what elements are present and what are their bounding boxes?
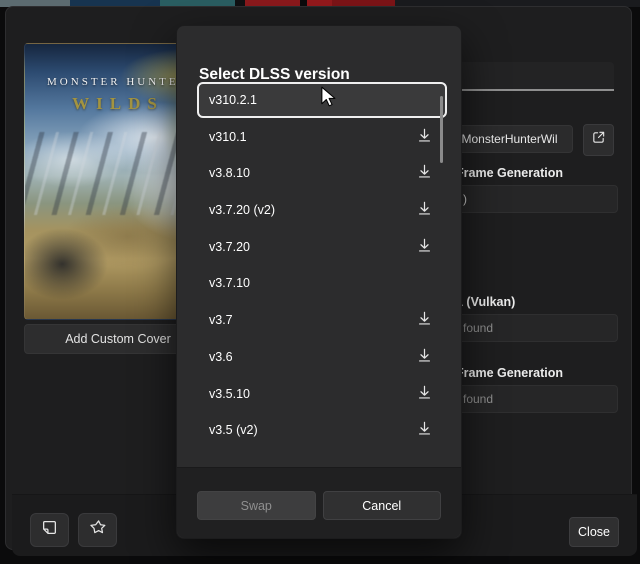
dlss-version-row[interactable]: v3.5.10	[197, 376, 447, 412]
download-icon[interactable]	[417, 201, 435, 219]
section-value-text: )	[463, 192, 467, 206]
download-icon[interactable]	[417, 348, 435, 366]
download-icon[interactable]	[417, 164, 435, 182]
dlss-version-label: v3.7	[209, 313, 417, 327]
dlss-version-row[interactable]: v3.6	[197, 339, 447, 375]
note-icon	[41, 519, 58, 541]
cancel-button[interactable]: Cancel	[323, 491, 442, 520]
dlss-version-list: v310.2.1 v310.1 v3.8.10 v3.7.20 (v2) v3.7.20…	[197, 82, 447, 449]
dlss-version-row[interactable]: v310.2.1	[197, 82, 447, 118]
download-icon[interactable]	[417, 421, 435, 439]
section-value-vulkan: found	[446, 314, 618, 342]
close-button[interactable]: Close	[569, 517, 619, 547]
notes-button[interactable]	[30, 513, 69, 547]
section-value-dlss-frame-generation: )	[446, 185, 618, 213]
star-icon	[89, 519, 107, 542]
cancel-button-label: Cancel	[362, 499, 401, 513]
dlss-version-label: v3.5 (v2)	[209, 423, 417, 437]
open-external-icon	[591, 130, 606, 150]
dlss-version-row[interactable]: v3.7	[197, 302, 447, 338]
dlss-version-label: v3.7.20 (v2)	[209, 203, 417, 217]
swap-button[interactable]: Swap	[197, 491, 316, 520]
dlss-version-row[interactable]: v3.7.20	[197, 229, 447, 265]
dlss-version-row[interactable]: v3.7.20 (v2)	[197, 192, 447, 228]
dlss-version-label: v310.1	[209, 130, 417, 144]
dlss-version-label: v3.7.10	[209, 276, 435, 290]
dialog-footer: Swap Cancel	[177, 467, 461, 538]
dlss-version-label: v3.6	[209, 350, 417, 364]
dlss-version-row[interactable]: v3.8.10	[197, 155, 447, 191]
section-value-xess-frame-generation: found	[446, 385, 618, 413]
close-button-label: Close	[578, 525, 610, 539]
favorite-button[interactable]	[78, 513, 117, 547]
download-icon[interactable]	[417, 311, 435, 329]
section-value-text: found	[463, 321, 493, 335]
dlss-version-row[interactable]: v310.1	[197, 119, 447, 155]
dlss-version-label: v3.7.20	[209, 240, 417, 254]
open-external-button[interactable]	[583, 124, 614, 156]
section-heading-vulkan: 1 (Vulkan)	[456, 295, 515, 309]
game-exe-label: MonsterHunterWil	[461, 132, 557, 146]
dlss-version-label: v310.2.1	[209, 93, 435, 107]
scrollbar-thumb[interactable]	[440, 96, 443, 163]
add-custom-cover-label: Add Custom Cover	[65, 332, 171, 346]
dlss-version-row[interactable]: v3.7.10	[197, 265, 447, 301]
dlss-version-label: v3.8.10	[209, 166, 417, 180]
dlss-version-row[interactable]: v3.5 (v2)	[197, 412, 447, 448]
download-icon[interactable]	[417, 385, 435, 403]
dlss-version-label: v3.5.10	[209, 387, 417, 401]
section-value-text: found	[463, 392, 493, 406]
select-dlss-version-dialog: Select DLSS version v310.2.1v310.1v3.8.1…	[176, 25, 462, 539]
swap-button-label: Swap	[241, 499, 272, 513]
download-icon[interactable]	[417, 128, 435, 146]
section-heading-xess-frame-generation: Frame Generation	[456, 366, 563, 380]
section-heading-dlss-frame-generation: Frame Generation	[456, 166, 563, 180]
download-icon[interactable]	[417, 238, 435, 256]
game-exe-button[interactable]: MonsterHunterWil	[446, 125, 573, 153]
